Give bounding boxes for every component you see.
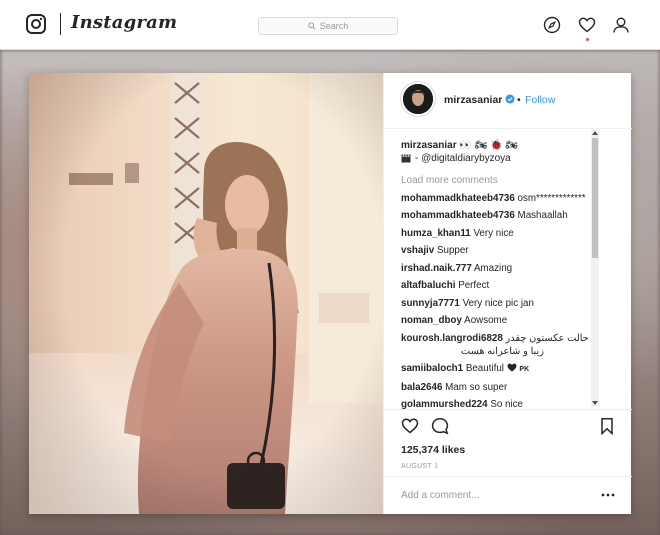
comment-row: irshad.naik.777 Amazing — [401, 262, 616, 275]
comment-username[interactable]: irshad.naik.777 — [401, 263, 472, 274]
add-comment-input[interactable]: Add a comment... — [401, 490, 479, 501]
comment-text: Perfect — [458, 280, 490, 291]
comment-row: bala2646 Mam so super — [401, 381, 616, 394]
comment-row: kourosh.langrodi6828 حالت عکستون چقدر زی… — [401, 332, 616, 358]
comment-username[interactable]: golammurshed224 — [401, 399, 488, 409]
scrollbar-thumb[interactable] — [592, 138, 598, 258]
caption-credit[interactable]: - @digitaldiarybyzoya — [415, 152, 511, 165]
avatar-image — [403, 84, 433, 114]
comment-username[interactable]: vshajiv — [401, 245, 434, 256]
post-modal: mirzasaniar • Follow mirzasaniar 👀 🏍 🐞 🏍 — [29, 73, 632, 514]
notification-dot — [586, 38, 589, 41]
instagram-wordmark[interactable]: Instagram — [71, 12, 177, 33]
comment-text: Supper — [436, 245, 469, 256]
caption-username[interactable]: mirzasaniar — [401, 140, 457, 151]
caption-credit-line: - @digitaldiarybyzoya — [401, 152, 616, 165]
comments-scrollbar[interactable] — [591, 130, 599, 406]
comment-row: mohammadkhateeb4736 Mashaallah — [401, 209, 616, 222]
follow-button[interactable]: Follow — [525, 94, 555, 106]
post-photo[interactable] — [29, 73, 383, 514]
comment-row: samiibaloch1 Beautiful PK — [401, 362, 616, 376]
comment-username[interactable]: mohammadkhateeb4736 — [401, 193, 515, 204]
instagram-logo-icon[interactable] — [26, 14, 46, 34]
comment-row: golammurshed224 So nice — [401, 398, 616, 409]
comment-username[interactable]: bala2646 — [401, 382, 442, 393]
comment-text: So nice — [490, 399, 523, 409]
comment-row: noman_dboy Aowsome — [401, 314, 616, 327]
post-actions: 125,374 likes AUGUST 1 Add a comment... — [384, 409, 632, 514]
comment-row: sunnyja7771 Very nice pic jan — [401, 297, 616, 310]
heart-icon[interactable] — [578, 16, 596, 34]
comment-username[interactable]: sunnyja7771 — [401, 298, 460, 309]
top-navigation: Instagram Search — [0, 0, 660, 50]
comment-text: Mam so super — [445, 381, 508, 393]
comment-row: altafbaluchi Perfect — [401, 279, 616, 292]
comment-row: mohammadkhateeb4736 osm************* — [401, 192, 616, 205]
search-placeholder: Search — [319, 21, 349, 31]
comment-username[interactable]: noman_dboy — [401, 315, 462, 326]
post-caption: mirzasaniar 👀 🏍 🐞 🏍 — [401, 139, 616, 152]
comment-text: Beautiful — [465, 363, 504, 374]
compass-icon[interactable] — [543, 16, 561, 34]
post-username[interactable]: mirzasaniar — [444, 94, 502, 106]
caption-emojis: 👀 🏍 🐞 🏍 — [459, 140, 519, 151]
search-input[interactable]: Search — [258, 17, 398, 35]
comment-text: Aowsome — [464, 315, 508, 326]
comment-text: osm************* — [517, 192, 586, 204]
comment-text-continued: زیبا و شاعرانه هست — [461, 345, 544, 357]
load-more-comments[interactable]: Load more comments — [401, 174, 616, 187]
comment-username[interactable]: humza_khan11 — [401, 228, 471, 239]
bookmark-icon[interactable] — [598, 417, 616, 435]
add-comment-bar: Add a comment... — [384, 476, 632, 515]
comment-text: Very nice pic jan — [462, 297, 534, 309]
comment-row: vshajiv Supper — [401, 244, 616, 257]
avatar[interactable] — [401, 82, 435, 116]
comment-username[interactable]: mohammadkhateeb4736 — [401, 210, 515, 221]
clapperboard-icon — [401, 154, 411, 163]
follow-separator: • — [517, 94, 521, 106]
comment-username[interactable]: samiibaloch1 — [401, 363, 463, 374]
comment-username[interactable]: kourosh.langrodi6828 — [401, 333, 503, 344]
post-photo-illustration — [29, 73, 383, 514]
post-header: mirzasaniar • Follow — [384, 73, 632, 129]
search-icon — [308, 22, 316, 30]
black-heart-icon — [507, 363, 517, 372]
comment-username[interactable]: altafbaluchi — [401, 280, 455, 291]
more-options-icon[interactable] — [601, 492, 615, 498]
post-date[interactable]: AUGUST 1 — [401, 463, 438, 470]
comment-text: Mashaallah — [517, 210, 568, 221]
scroll-up-arrow-icon[interactable] — [592, 131, 598, 135]
scroll-down-arrow-icon[interactable] — [592, 401, 598, 405]
profile-icon[interactable] — [612, 16, 630, 34]
verified-badge-icon — [505, 94, 515, 104]
logo-divider — [60, 13, 61, 35]
comment-text: حالت عکستون چقدر — [505, 332, 589, 344]
comment-bubble-icon[interactable] — [431, 417, 449, 435]
flag-label: PK — [519, 366, 530, 373]
comment-text: Very nice — [473, 227, 514, 239]
comment-text: Amazing — [473, 262, 513, 274]
likes-count[interactable]: 125,374 likes — [401, 444, 465, 456]
comment-row: humza_khan11 Very nice — [401, 227, 616, 240]
like-heart-icon[interactable] — [401, 417, 419, 435]
